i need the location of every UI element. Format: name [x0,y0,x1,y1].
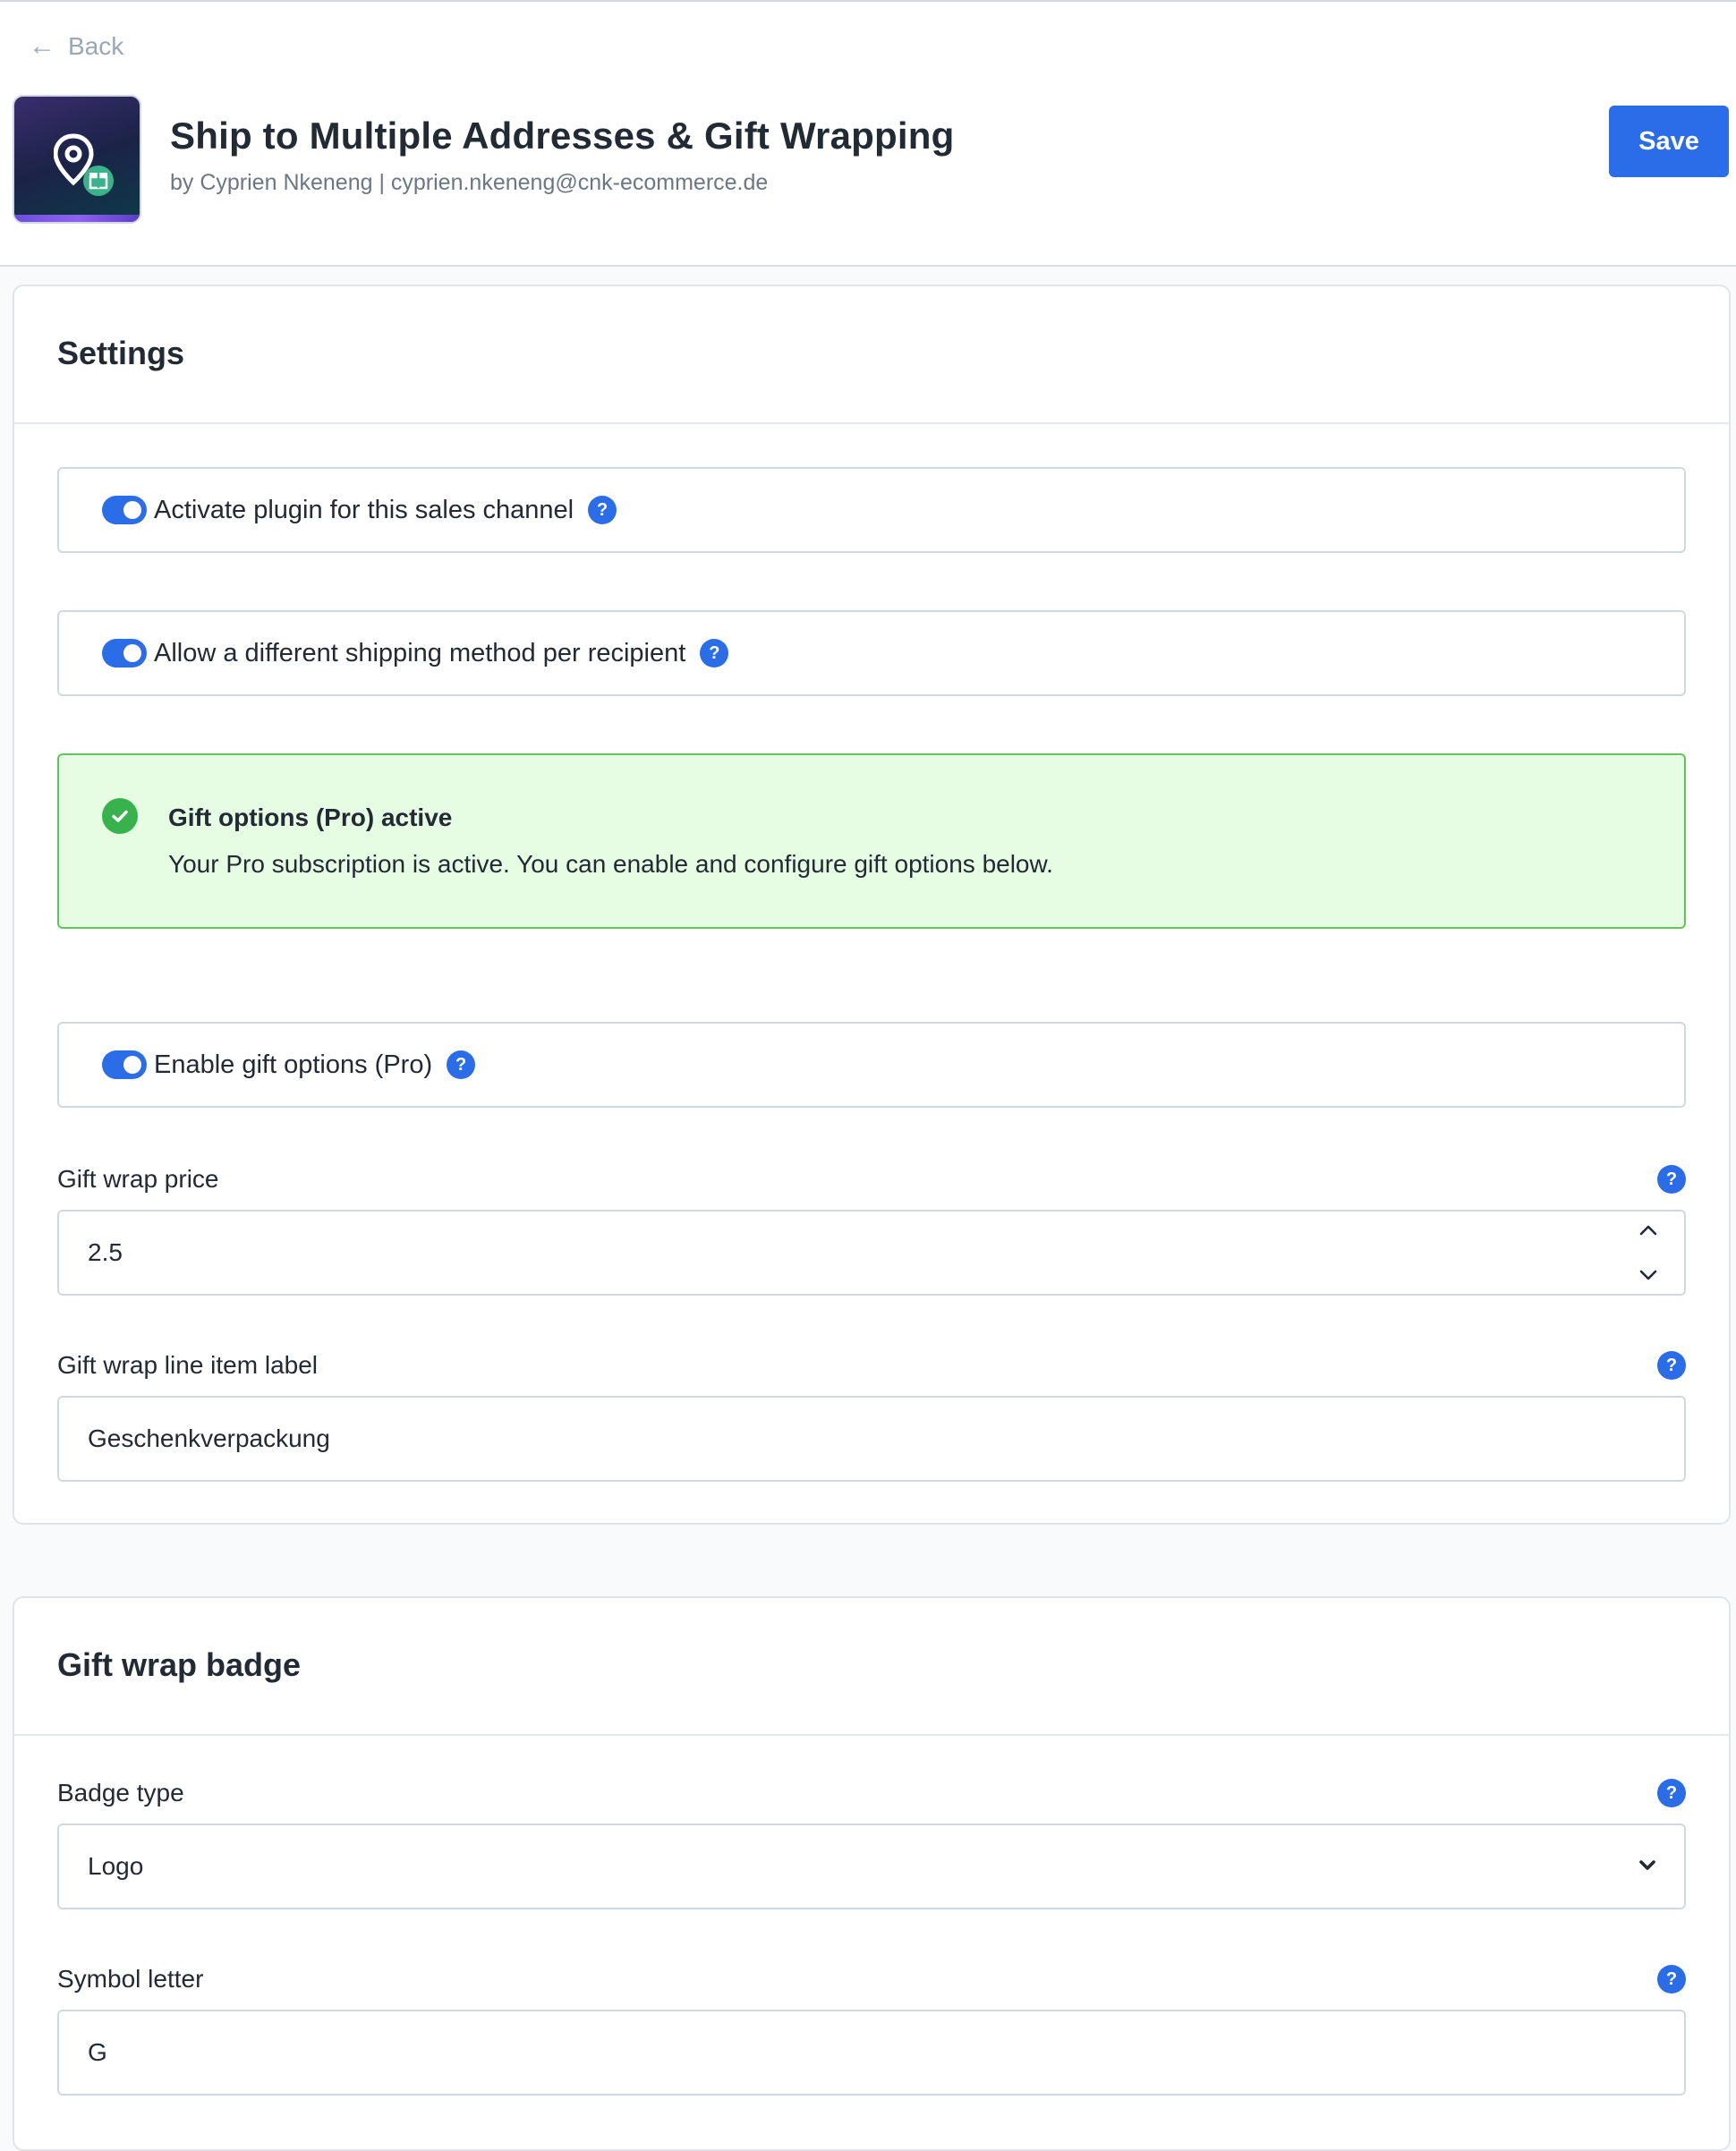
gift-wrap-price-value: 2.5 [88,1238,123,1266]
symbol-letter-label: Symbol letter [57,1965,204,1993]
settings-title: Settings [57,335,185,371]
field-help: ? [1657,1965,1686,1994]
check-circle-icon [102,798,138,834]
chevron-down-icon [1639,1860,1655,1870]
pro-active-notice: Gift options (Pro) active Your Pro subsc… [57,753,1686,929]
badge-type-label: Badge type [57,1779,184,1807]
symbol-letter-input[interactable]: G [57,2010,1686,2096]
help-icon[interactable]: ? [1657,1351,1686,1380]
number-stepper[interactable] [1636,1224,1661,1281]
gift-wrap-price-label: Gift wrap price [57,1165,219,1193]
activate-plugin-switch[interactable] [102,496,147,524]
shipping-method-switch[interactable] [102,639,147,667]
chevron-down-icon[interactable] [1638,1269,1658,1281]
logo-accent-bar [14,215,140,222]
toggle-label: Allow a different shipping method per re… [154,638,686,667]
back-label: Back [68,32,124,60]
toggle-row-shipping-method: Allow a different shipping method per re… [57,610,1686,696]
field-help: ? [1657,1351,1686,1380]
notice-title: Gift options (Pro) active [168,803,453,831]
badge-type-select[interactable]: Logo [57,1824,1686,1909]
help-icon[interactable]: ? [588,496,617,524]
gift-wrap-line-item-label-value: Geschenkverpackung [88,1424,330,1452]
gift-wrap-line-item-label-input[interactable]: Geschenkverpackung [57,1396,1686,1482]
toggle-label: Enable gift options (Pro) [154,1050,433,1079]
field-help: ? [1657,1779,1686,1807]
help-icon[interactable]: ? [1657,1165,1686,1194]
symbol-letter-value: G [88,2038,107,2066]
gift-options-switch[interactable] [102,1050,147,1079]
notice-body: Your Pro subscription is active. You can… [168,850,1053,878]
field-help: ? [1657,1165,1686,1194]
save-button[interactable]: Save [1609,106,1729,177]
location-gift-icon [54,133,114,196]
help-icon[interactable]: ? [1657,1965,1686,1994]
app-logo [13,95,141,224]
badge-type-value: Logo [88,1852,144,1880]
back-link[interactable]: ← Back [29,32,123,61]
toggle-row-gift-options: Enable gift options (Pro) ? [57,1022,1686,1108]
help-icon[interactable]: ? [447,1050,476,1079]
help-icon[interactable]: ? [700,639,729,667]
gift-wrap-price-input[interactable]: 2.5 [57,1210,1686,1296]
page-subtitle: by Cyprien Nkeneng | cyprien.nkeneng@cnk… [170,170,769,195]
page-title: Ship to Multiple Addresses & Gift Wrappi… [170,115,955,157]
settings-card: Settings Activate plugin for this sales … [13,285,1731,1525]
gift-wrap-badge-card: Gift wrap badge Badge type ? Logo Symbol… [13,1596,1731,2151]
chevron-up-icon[interactable] [1638,1224,1658,1237]
gift-wrap-badge-title: Gift wrap badge [57,1646,302,1683]
arrow-left-icon: ← [29,31,55,61]
page-header: ← Back Ship to Multiple Addresses & Gift… [0,2,1736,267]
divider [14,1734,1729,1736]
toggle-row-activate-plugin: Activate plugin for this sales channel ? [57,467,1686,553]
toggle-label: Activate plugin for this sales channel [154,495,574,524]
help-icon[interactable]: ? [1657,1779,1686,1807]
gift-wrap-line-item-label-label: Gift wrap line item label [57,1351,319,1379]
divider [14,422,1729,424]
